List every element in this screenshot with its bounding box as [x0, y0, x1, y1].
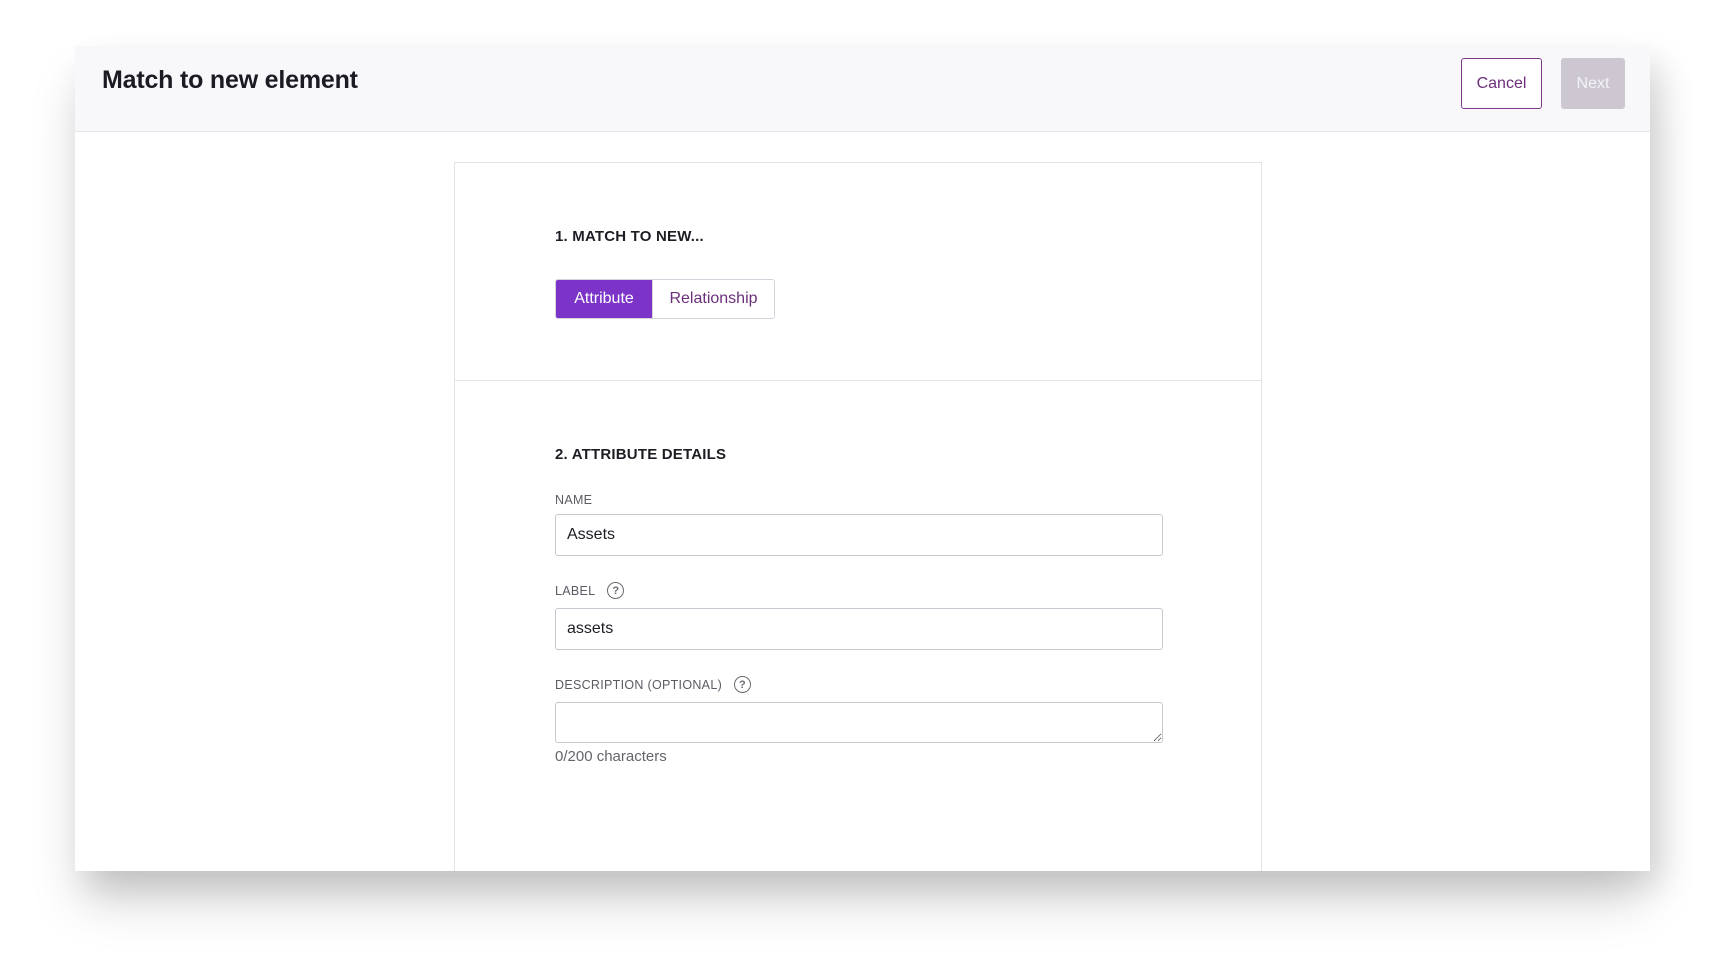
form-card: 1. MATCH TO NEW... Attribute Relationshi… [454, 162, 1262, 871]
match-type-title: 1. MATCH TO NEW... [555, 228, 704, 245]
label-label-text: LABEL [555, 583, 596, 598]
match-type-section: 1. MATCH TO NEW... Attribute Relationshi… [455, 163, 1261, 381]
name-label: NAME [555, 493, 592, 507]
attribute-details-title: 2. ATTRIBUTE DETAILS [555, 446, 727, 463]
help-circle-icon[interactable]: ? [734, 676, 752, 693]
modal-window: Match to new element Cancel Next 1. MATC… [75, 46, 1650, 871]
page-title: Match to new element [102, 66, 358, 94]
help-circle-icon[interactable]: ? [607, 582, 625, 599]
description-textarea[interactable] [555, 702, 1163, 743]
label-input[interactable] [555, 608, 1163, 650]
match-type-toggle: Attribute Relationship [555, 279, 775, 319]
toggle-relationship[interactable]: Relationship [652, 280, 774, 318]
next-button[interactable]: Next [1561, 58, 1625, 109]
toggle-attribute[interactable]: Attribute [556, 280, 652, 318]
character-count: 0/200 characters [555, 748, 667, 765]
name-input[interactable] [555, 514, 1163, 556]
attribute-details-section: 2. ATTRIBUTE DETAILS NAME LABEL ? DESCRI… [455, 382, 1261, 871]
description-label-text: DESCRIPTION (OPTIONAL) [555, 677, 723, 692]
modal-header: Match to new element Cancel Next [75, 46, 1650, 132]
name-label-text: NAME [555, 493, 593, 507]
description-label: DESCRIPTION (OPTIONAL) ? [555, 676, 752, 693]
cancel-button[interactable]: Cancel [1461, 58, 1542, 109]
label-label: LABEL ? [555, 582, 625, 599]
